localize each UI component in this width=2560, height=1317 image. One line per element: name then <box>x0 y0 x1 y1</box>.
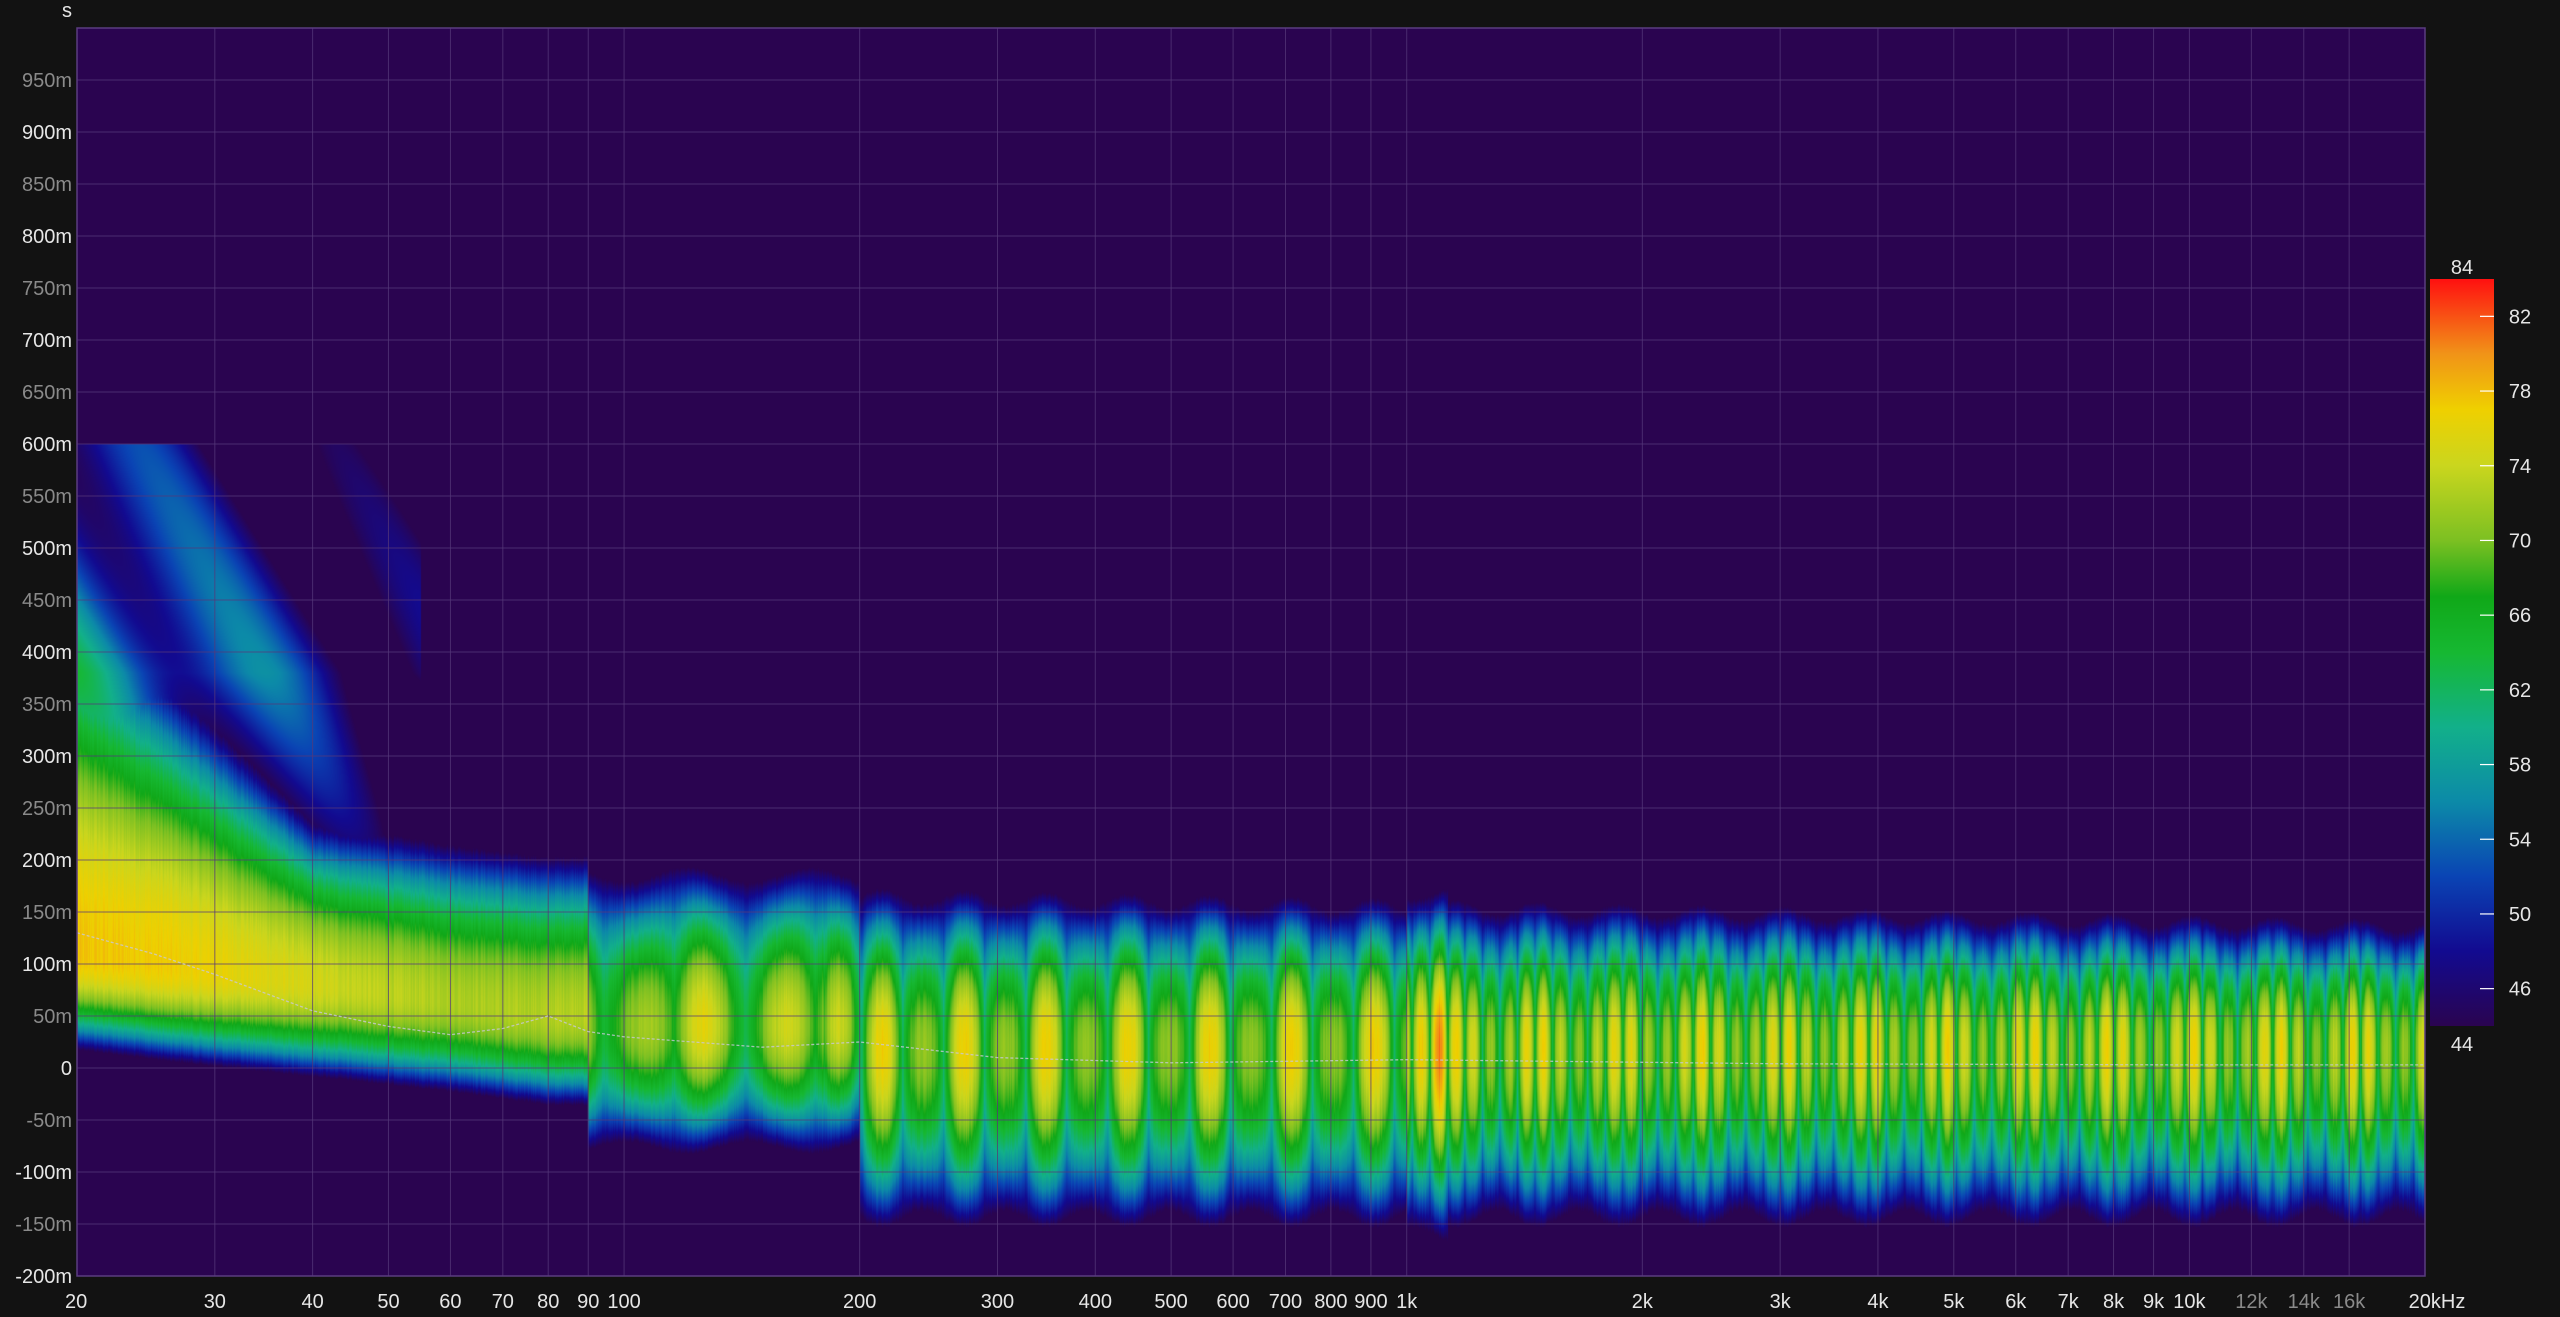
x-tick-label: 5k <box>1943 1291 1965 1312</box>
y-tick-label: -200m <box>15 1266 72 1288</box>
y-axis-ticks: 950m 900m 850m 800m 750m 700m 650m 600m 550m 500m… <box>15 70 72 1288</box>
y-tick-label: 400m <box>22 642 72 664</box>
colorbar-min-label: 44 <box>2451 1034 2473 1056</box>
y-tick-label: 600m <box>22 434 72 456</box>
spectrogram-svg: 950m 900m 850m 800m 750m 700m 650m 600m 550m 500m… <box>15 0 2531 1313</box>
x-tick-label: 7k <box>2058 1291 2080 1312</box>
x-tick-label: 20 <box>65 1291 87 1312</box>
colorbar-tick-label: 66 <box>2509 605 2531 627</box>
x-tick-label: 8k <box>2103 1291 2125 1312</box>
y-tick-label: 450m <box>22 590 72 612</box>
y-tick-label: -150m <box>15 1214 72 1236</box>
y-tick-label: 100m <box>22 954 72 976</box>
x-tick-label: 6k <box>2005 1291 2027 1312</box>
colorbar-tick-label: 70 <box>2509 530 2531 552</box>
x-tick-label: 70 <box>492 1291 514 1312</box>
x-tick-label: 14k <box>2288 1291 2321 1312</box>
x-axis-ticks: 20 30 40 50 60 70 80 90 100 200 300 400 500 600 700 800… <box>65 1291 2466 1313</box>
y-tick-label: 850m <box>22 174 72 196</box>
y-tick-label: 700m <box>22 330 72 352</box>
x-tick-label: 12k <box>2235 1291 2268 1312</box>
x-tick-label: 2k <box>1632 1291 1654 1312</box>
y-tick-label: 250m <box>22 798 72 820</box>
colorbar-tick-label: 58 <box>2509 755 2531 777</box>
colorbar-tick-label: 78 <box>2509 381 2531 403</box>
x-tick-label: 800 <box>1314 1291 1347 1312</box>
y-tick-label: 0 <box>61 1058 72 1080</box>
x-tick-label: 900 <box>1354 1291 1387 1312</box>
x-tick-label: 4k <box>1867 1291 1889 1312</box>
x-tick-label: 700 <box>1269 1291 1302 1312</box>
y-tick-label: 750m <box>22 278 72 300</box>
y-tick-label: 350m <box>22 694 72 716</box>
x-tick-label: 1k <box>1396 1291 1418 1312</box>
y-tick-label: -100m <box>15 1162 72 1184</box>
colorbar: 82 78 74 70 66 62 58 54 50 46 84 44 <box>2430 257 2531 1056</box>
spectrogram-chart: 950m 900m 850m 800m 750m 700m 650m 600m 550m 500m… <box>0 0 2560 1313</box>
x-tick-label: 400 <box>1079 1291 1112 1312</box>
colorbar-tick-label: 82 <box>2509 306 2531 328</box>
y-tick-label: 900m <box>22 122 72 144</box>
x-tick-label: 200 <box>843 1291 876 1312</box>
x-tick-label: 3k <box>1770 1291 1792 1312</box>
x-tick-label: 300 <box>981 1291 1014 1312</box>
x-tick-label: 9k <box>2143 1291 2165 1312</box>
x-tick-label: 90 <box>577 1291 599 1312</box>
x-tick-label: 10k <box>2173 1291 2206 1312</box>
x-tick-label: 40 <box>301 1291 323 1312</box>
y-tick-label: 800m <box>22 226 72 248</box>
x-tick-label: 500 <box>1154 1291 1187 1312</box>
x-tick-label: 60 <box>439 1291 461 1312</box>
colorbar-tick-label: 50 <box>2509 904 2531 926</box>
y-tick-label: 50m <box>33 1006 72 1028</box>
colorbar-tick-label: 46 <box>2509 979 2531 1001</box>
x-tick-label: 80 <box>537 1291 559 1312</box>
x-tick-label: 16k <box>2333 1291 2366 1312</box>
x-tick-label: 20kHz <box>2409 1291 2466 1312</box>
colorbar-tick-label: 62 <box>2509 680 2531 702</box>
x-tick-label: 30 <box>204 1291 226 1312</box>
y-tick-label: 650m <box>22 382 72 404</box>
colorbar-max-label: 84 <box>2451 257 2473 279</box>
y-tick-label: 950m <box>22 70 72 92</box>
y-tick-label: 500m <box>22 538 72 560</box>
x-tick-label: 600 <box>1216 1291 1249 1312</box>
x-tick-label: 100 <box>607 1291 640 1312</box>
y-tick-label: -50m <box>26 1110 72 1132</box>
y-axis-unit-label: s <box>62 0 72 22</box>
colorbar-tick-label: 54 <box>2509 829 2531 851</box>
y-tick-label: 300m <box>22 746 72 768</box>
y-tick-label: 550m <box>22 486 72 508</box>
y-tick-label: 200m <box>22 850 72 872</box>
y-tick-label: 150m <box>22 902 72 924</box>
x-tick-label: 50 <box>377 1291 399 1312</box>
colorbar-tick-label: 74 <box>2509 456 2531 478</box>
